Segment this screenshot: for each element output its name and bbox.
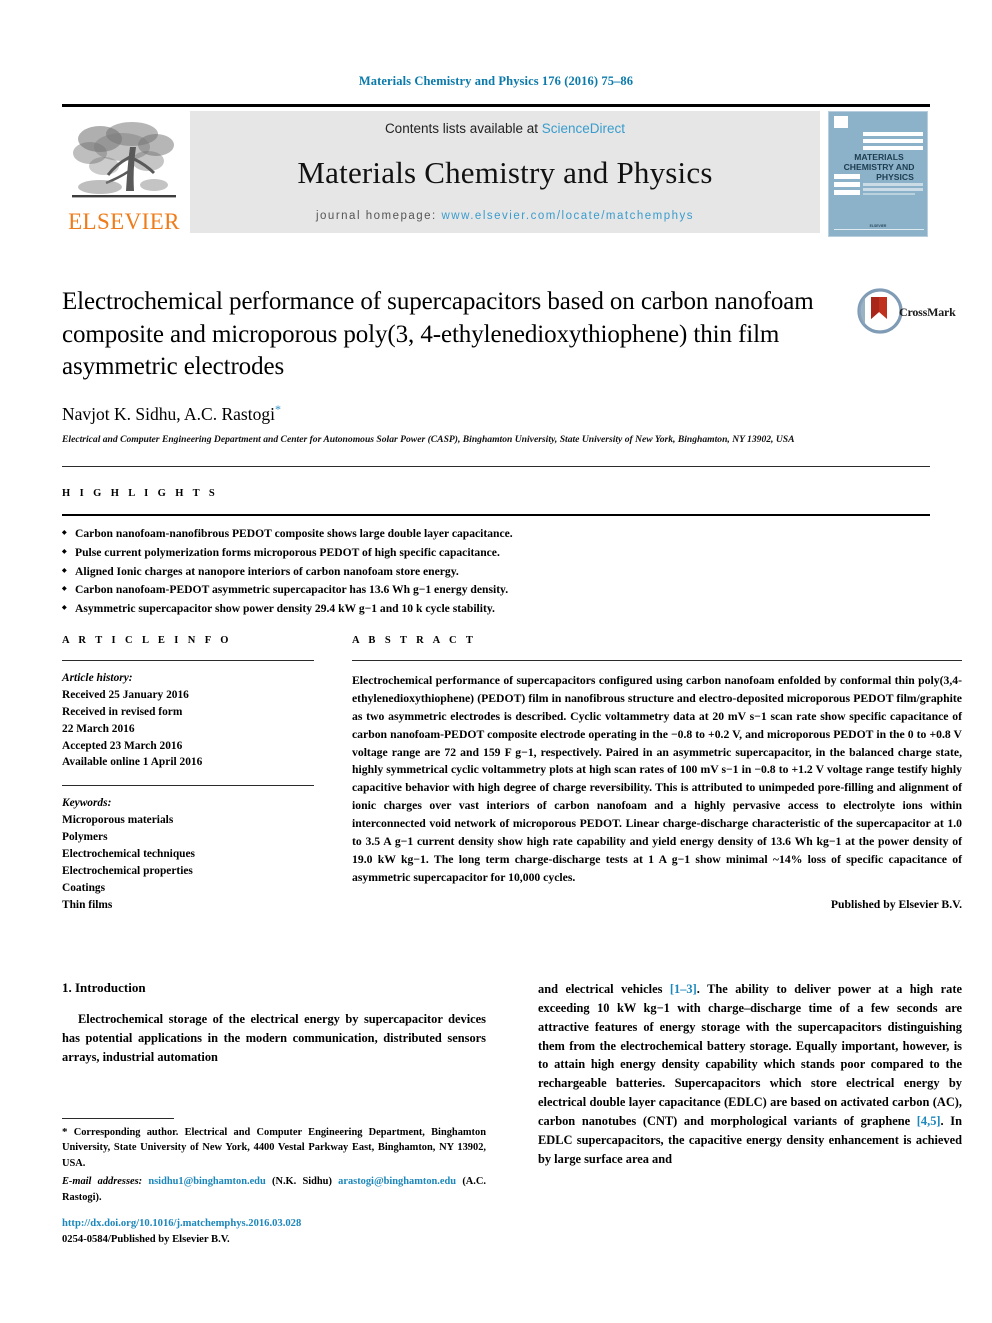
email-label: E-mail addresses: <box>62 1176 143 1188</box>
homepage-prefix: journal homepage: <box>315 210 442 222</box>
crossmark-badge[interactable]: CrossMark <box>857 288 963 354</box>
article-history-label: Article history: <box>62 672 133 684</box>
article-history-item: Received 25 January 2016 <box>62 688 189 701</box>
article-history-item: 22 March 2016 <box>62 722 135 735</box>
cover-elsevier-mark <box>834 116 848 128</box>
journal-homepage-link[interactable]: www.elsevier.com/locate/matchemphys <box>441 210 694 222</box>
body-right-column: and electrical vehicles [1–3]. The abili… <box>538 980 962 1168</box>
author-list: Navjot K. Sidhu, A.C. Rastogi* <box>62 402 852 425</box>
footnote-separator <box>62 1118 174 1119</box>
published-by-line: Published by Elsevier B.V. <box>830 897 962 911</box>
highlights-heading-wrap: H I G H L I G H T S <box>62 467 930 514</box>
abstract-text: Electrochemical performance of supercapa… <box>352 674 962 884</box>
corresponding-author-footnote: * Corresponding author. Electrical and C… <box>62 1124 486 1171</box>
keyword-item: Polymers <box>62 831 108 843</box>
paper-first-page: Materials Chemistry and Physics 176 (201… <box>0 0 992 1323</box>
highlights-heading: H I G H L I G H T S <box>62 488 219 499</box>
title-block: Electrochemical performance of supercapa… <box>62 286 852 448</box>
page-title: Electrochemical performance of supercapa… <box>62 288 814 380</box>
running-head: Materials Chemistry and Physics 176 (201… <box>358 74 634 88</box>
cover-line-1: MATERIALS <box>854 152 904 162</box>
elsevier-wordmark: ELSEVIER <box>68 209 180 234</box>
cover-line-3: PHYSICS <box>876 172 914 182</box>
cover-footer-text: ELSEVIER <box>869 224 887 228</box>
keyword-item: Electrochemical techniques <box>62 847 195 860</box>
highlights-list: Carbon nanofoam-nanofibrous PEDOT compos… <box>62 516 930 619</box>
article-history-block: Article history: Received 25 January 201… <box>62 661 314 771</box>
journal-cover-thumb-wrap: MATERIALS CHEMISTRY AND PHYSICS ELSEVIER <box>826 111 930 237</box>
journal-homepage-line: journal homepage: www.elsevier.com/locat… <box>316 210 694 222</box>
email-link-2[interactable]: arastogi@binghamton.edu <box>338 1176 456 1187</box>
issn-copyright-line: 0254-0584/Published by Elsevier B.V. <box>62 1233 230 1245</box>
doi-block: http://dx.doi.org/10.1016/j.matchemphys.… <box>62 1216 486 1248</box>
abstract-heading-wrap: A B S T R A C T <box>352 630 962 660</box>
keyword-item: Microporous materials <box>62 814 174 827</box>
section-heading-introduction: 1. Introduction <box>62 980 146 995</box>
corresponding-author-text: Corresponding author. Electrical and Com… <box>62 1127 486 1169</box>
article-info-column: A R T I C L E I N F O Article history: R… <box>62 630 314 913</box>
list-item: Asymmetric supercapacitor show power den… <box>62 600 930 619</box>
article-info-heading: A R T I C L E I N F O <box>62 635 232 646</box>
list-item: Carbon nanofoam-nanofibrous PEDOT compos… <box>62 525 930 544</box>
intro-right-pre: and electrical vehicles <box>538 982 670 996</box>
email-footnote: E-mail addresses: nsidhu1@binghamton.edu… <box>62 1174 486 1205</box>
intro-right-mid: . The ability to deliver power at a high… <box>538 982 962 1128</box>
intro-paragraph-left: Electrochemical storage of the electrica… <box>62 1012 486 1064</box>
journal-title: Materials Chemistry and Physics <box>297 155 713 190</box>
abstract-column: A B S T R A C T Electrochemical performa… <box>352 630 962 913</box>
list-item: Carbon nanofoam-PEDOT asymmetric superca… <box>62 581 930 600</box>
author-names: Navjot K. Sidhu, A.C. Rastogi <box>62 403 275 424</box>
journal-masthead: ELSEVIER Contents lists available at Sci… <box>62 104 930 237</box>
keyword-item: Coatings <box>62 881 106 894</box>
list-item: Aligned Ionic charges at nanopore interi… <box>62 563 930 582</box>
keyword-item: Electrochemical properties <box>62 864 193 877</box>
footnotes-block: * Corresponding author. Electrical and C… <box>62 1118 486 1205</box>
publisher-logo: ELSEVIER <box>62 111 186 235</box>
article-history-item: Received in revised form <box>62 705 183 718</box>
contents-lists-line: Contents lists available at ScienceDirec… <box>385 121 625 136</box>
highlights-section: H I G H L I G H T S Carbon nanofoam-nano… <box>62 466 930 619</box>
crossmark-icon <box>857 288 903 334</box>
keyword-item: Thin films <box>62 898 113 911</box>
article-info-heading-wrap: A R T I C L E I N F O <box>62 630 314 660</box>
doi-link[interactable]: http://dx.doi.org/10.1016/j.matchemphys.… <box>62 1216 486 1232</box>
abstract-heading: A B S T R A C T <box>352 635 477 646</box>
article-history-item: Accepted 23 March 2016 <box>62 739 183 752</box>
email-link-1[interactable]: nsidhu1@binghamton.edu <box>148 1176 265 1187</box>
citation-ref-1[interactable]: [1–3] <box>670 982 697 996</box>
article-history-item: Available online 1 April 2016 <box>62 756 203 769</box>
citation-ref-2[interactable]: [4,5] <box>917 1114 941 1128</box>
crossmark-label: CrossMark <box>899 305 956 319</box>
journal-cover-thumbnail: MATERIALS CHEMISTRY AND PHYSICS ELSEVIER <box>828 111 928 237</box>
email-owner-1: (N.K. Sidhu) <box>271 1176 332 1188</box>
cover-line-2: CHEMISTRY AND <box>843 162 915 172</box>
list-item: Pulse current polymerization forms micro… <box>62 544 930 563</box>
affiliation: Electrical and Computer Engineering Depa… <box>62 434 795 446</box>
sciencedirect-link[interactable]: ScienceDirect <box>542 121 625 136</box>
info-abstract-section: A R T I C L E I N F O Article history: R… <box>62 630 962 913</box>
elsevier-tree-icon <box>72 122 176 198</box>
body-column-gap <box>486 980 538 1168</box>
masthead-center: Contents lists available at ScienceDirec… <box>190 111 820 233</box>
contents-prefix: Contents lists available at <box>384 121 542 136</box>
keywords-label: Keywords: <box>62 797 112 810</box>
intro-paragraph-right: and electrical vehicles [1–3]. The abili… <box>538 980 962 1168</box>
column-gap <box>314 630 352 913</box>
corresponding-author-marker: * <box>274 401 281 416</box>
keywords-block: Keywords: Microporous materials Polymers… <box>62 786 314 913</box>
